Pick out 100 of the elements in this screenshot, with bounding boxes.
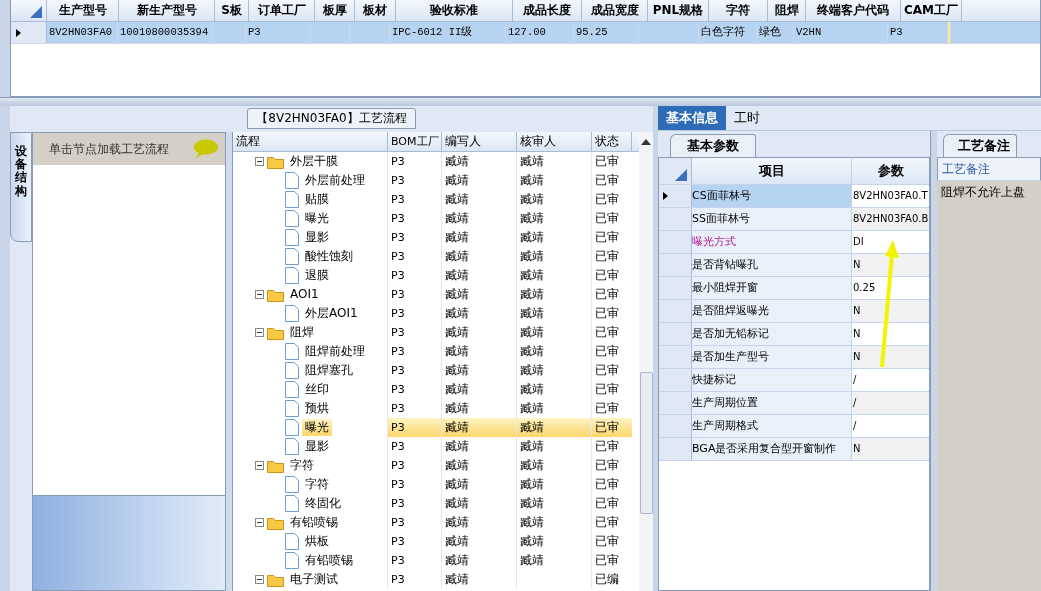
tree-item[interactable]: 预烘 <box>302 400 332 417</box>
tab[interactable]: 基本信息 <box>658 106 726 130</box>
tree-item[interactable]: 曝光 <box>302 419 332 436</box>
collapse-toggle-icon[interactable] <box>255 461 264 470</box>
tab[interactable]: 基本参数 <box>670 134 756 157</box>
column-header[interactable]: 板材 <box>355 0 396 21</box>
table-cell: P3 <box>246 22 311 43</box>
tree-item[interactable]: 显影 <box>302 229 332 246</box>
column-header[interactable]: PNL规格 <box>648 0 709 21</box>
document-icon <box>285 381 299 398</box>
table-cell: P3 <box>388 570 442 589</box>
tree-item[interactable]: 有铅喷锡 <box>302 552 356 569</box>
column-header[interactable]: 字符 <box>709 0 768 21</box>
document-icon <box>285 362 299 379</box>
column-header[interactable]: 状态 <box>592 132 632 151</box>
table-cell: 臧靖 <box>517 494 592 513</box>
table-cell-text: 已审 <box>594 533 620 550</box>
document-icon <box>285 495 299 512</box>
table-cell-text: 已审 <box>594 191 620 208</box>
row-header[interactable] <box>11 22 47 43</box>
tree-item[interactable]: 曝光 <box>302 210 332 227</box>
tree-item[interactable]: 阻焊 <box>287 324 317 341</box>
column-header[interactable]: 终端客户代码 <box>806 0 901 21</box>
splitter-bar[interactable] <box>0 97 1041 106</box>
side-tab[interactable]: 设备结构 <box>10 132 32 242</box>
table-cell: P3 <box>388 266 442 285</box>
document-icon <box>285 552 299 569</box>
table-cell: 是否加生产型号 <box>692 346 852 368</box>
column-header[interactable]: 阻焊 <box>768 0 806 21</box>
tree-item[interactable]: 外层前处理 <box>302 172 368 189</box>
scroll-thumb[interactable] <box>639 372 653 514</box>
tree-item[interactable]: 有铅喷锡 <box>287 514 341 531</box>
collapse-toggle-icon[interactable] <box>255 518 264 527</box>
table-cell: 快捷标记 <box>692 369 852 391</box>
column-header[interactable]: 新生产型号 <box>119 0 215 21</box>
table-cell: 臧靖 <box>442 228 517 247</box>
row-header[interactable] <box>659 185 692 207</box>
tree-item[interactable]: 外层干膜 <box>287 153 341 170</box>
table-cell-text: 已审 <box>594 172 620 189</box>
table-cell: N <box>852 438 929 460</box>
tab[interactable]: 工艺备注 <box>943 134 1017 157</box>
table-cell: 臧靖 <box>442 152 517 171</box>
tree-item[interactable]: AOI1 <box>287 286 322 303</box>
column-header[interactable]: 板厚 <box>315 0 355 21</box>
speech-bubble-icon <box>193 139 219 159</box>
column-header[interactable]: 参数 <box>852 158 929 184</box>
column-header[interactable]: 生产型号 <box>47 0 119 21</box>
column-header[interactable]: 订单工厂 <box>249 0 315 21</box>
tree-item[interactable]: 显影 <box>302 438 332 455</box>
tree-item[interactable]: 外层AOI1 <box>302 305 361 322</box>
collapse-toggle-icon[interactable] <box>255 575 264 584</box>
tree-item[interactable]: 阻焊塞孔 <box>302 362 356 379</box>
tree-item[interactable]: 烘板 <box>302 533 332 550</box>
column-header[interactable]: 编写人 <box>442 132 517 151</box>
table-cell: 95.25 <box>574 22 639 43</box>
column-header[interactable]: 项目 <box>692 158 852 184</box>
tree-item[interactable]: 丝印 <box>302 381 332 398</box>
table-cell: P3 <box>388 361 442 380</box>
table-cell: 臧靖 <box>442 532 517 551</box>
splitter-bar[interactable] <box>930 131 937 591</box>
column-header[interactable]: CAM工厂 <box>901 0 962 21</box>
table-cell: 已审 <box>592 418 632 437</box>
table-cell: P3 <box>388 152 442 171</box>
collapse-toggle-icon[interactable] <box>255 290 264 299</box>
table-cell: 臧靖 <box>517 361 592 380</box>
scroll-up-icon[interactable] <box>641 138 651 146</box>
table-cell-text: 已审 <box>594 286 620 303</box>
tree-item[interactable]: 贴膜 <box>302 191 332 208</box>
tab[interactable]: 工时 <box>726 106 768 130</box>
table-cell: P3 <box>388 342 442 361</box>
collapse-toggle-icon[interactable] <box>255 157 264 166</box>
table-cell: 臧靖 <box>517 418 592 437</box>
tree-item[interactable]: 字符 <box>287 457 317 474</box>
table-cell-text: 已审 <box>594 267 620 284</box>
column-header[interactable]: BOM工厂 <box>388 132 442 151</box>
tree-item[interactable]: 电子测试 <box>287 571 341 588</box>
table-cell: 臧靖 <box>442 380 517 399</box>
column-header[interactable]: 流程 <box>233 132 388 151</box>
document-icon <box>285 172 299 189</box>
panel-title: 【8V2HN03FA0】工艺流程 <box>247 108 416 129</box>
tree-item[interactable]: 酸性蚀刻 <box>302 248 356 265</box>
collapse-toggle-icon[interactable] <box>255 328 264 337</box>
table-cell: 臧靖 <box>517 209 592 228</box>
column-header[interactable]: 成品宽度 <box>582 0 648 21</box>
table-cell-text: 已编 <box>594 571 620 588</box>
table-cell-text: 已审 <box>594 438 620 455</box>
column-header[interactable]: 验收标准 <box>396 0 513 21</box>
column-header[interactable]: 核审人 <box>517 132 592 151</box>
tree-item[interactable]: 退膜 <box>302 267 332 284</box>
table-cell: 臧靖 <box>442 456 517 475</box>
tree-item[interactable]: 阻焊前处理 <box>302 343 368 360</box>
scrollbar[interactable] <box>639 132 653 591</box>
corner-triangle-icon <box>30 6 42 18</box>
table-cell: 臧靖 <box>442 171 517 190</box>
tree-item[interactable]: 终固化 <box>302 495 344 512</box>
tree-item[interactable]: 字符 <box>302 476 332 493</box>
table-cell: 臧靖 <box>517 475 592 494</box>
table-cell: 臧靖 <box>442 190 517 209</box>
column-header[interactable]: 成品长度 <box>513 0 582 21</box>
column-header[interactable]: S板 <box>215 0 249 21</box>
